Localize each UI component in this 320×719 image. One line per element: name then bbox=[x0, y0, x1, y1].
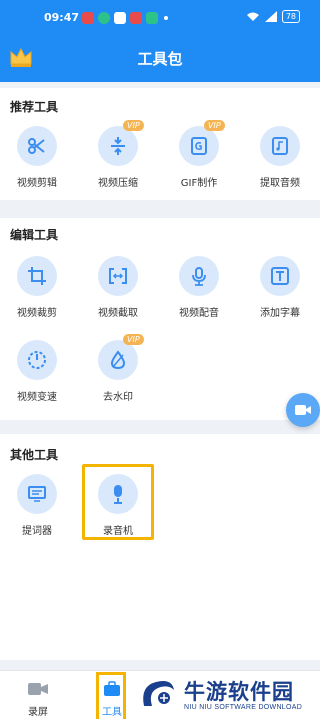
section-title: 其他工具 bbox=[10, 448, 59, 462]
watermark-logo-icon bbox=[143, 681, 174, 706]
section-other: 其他工具 提词器 录音机 bbox=[0, 434, 320, 660]
tool-video-edit[interactable]: 视频剪辑 bbox=[2, 126, 72, 198]
tool-label: 提取音频 bbox=[260, 178, 300, 189]
tool-video-dubbing[interactable]: 视频配音 bbox=[164, 256, 234, 328]
notification-icon bbox=[130, 12, 142, 24]
tool-icon-bg bbox=[98, 340, 138, 380]
tool-video-trim[interactable]: 视频截取 bbox=[83, 256, 153, 328]
status-time: 09:47 bbox=[44, 11, 80, 24]
nav-label: 录屏 bbox=[28, 707, 48, 718]
drop-icon bbox=[110, 350, 126, 370]
scissors-icon bbox=[28, 138, 45, 154]
subtitle-icon bbox=[271, 267, 289, 285]
floating-video-button[interactable] bbox=[286, 393, 320, 427]
tools-highlight-box bbox=[96, 672, 126, 719]
tool-icon-bg bbox=[260, 256, 300, 296]
crop-icon bbox=[28, 267, 46, 285]
tool-gif-maker[interactable]: VIP GIF制作 bbox=[164, 120, 234, 198]
tool-icon-bg bbox=[98, 126, 138, 166]
tool-icon-bg bbox=[17, 340, 57, 380]
nav-item-record[interactable]: 录屏 bbox=[8, 671, 68, 719]
vip-badge: VIP bbox=[204, 120, 225, 131]
tool-icon-bg bbox=[17, 126, 57, 166]
app-bar: 工具包 bbox=[0, 36, 320, 82]
video-camera-icon bbox=[295, 405, 311, 415]
site-watermark: 牛游软件园 NIU NIU SOFTWARE DOWNLOAD bbox=[130, 672, 320, 719]
signal-icon bbox=[264, 11, 277, 22]
tool-icon-bg bbox=[179, 256, 219, 296]
notification-icon bbox=[82, 12, 94, 24]
section-title: 推荐工具 bbox=[10, 100, 59, 114]
watermark-subtitle: NIU NIU SOFTWARE DOWNLOAD bbox=[184, 704, 303, 711]
section-title: 编辑工具 bbox=[10, 228, 59, 242]
gif-icon bbox=[191, 137, 207, 155]
tool-label: 视频裁剪 bbox=[17, 308, 57, 319]
tool-remove-watermark[interactable]: VIP 去水印 bbox=[83, 334, 153, 412]
wifi-icon bbox=[246, 12, 259, 21]
tool-icon-bg bbox=[260, 126, 300, 166]
speed-icon bbox=[28, 351, 46, 369]
tool-icon-bg bbox=[179, 126, 219, 166]
camera-icon bbox=[28, 683, 48, 695]
section-edit: 编辑工具 视频裁剪 视频截取 视频配音 添加字幕 视频变速 VIP 去水印 bbox=[0, 218, 320, 420]
tool-label: 视频剪辑 bbox=[17, 178, 57, 189]
recorder-highlight-box bbox=[82, 464, 154, 540]
tool-label: 去水印 bbox=[103, 392, 133, 403]
tool-video-speed[interactable]: 视频变速 bbox=[2, 340, 72, 412]
tool-icon-bg bbox=[17, 474, 57, 514]
teleprompter-icon bbox=[28, 486, 46, 502]
trim-icon bbox=[109, 268, 127, 284]
tool-video-compress[interactable]: VIP 视频压缩 bbox=[83, 120, 153, 198]
notification-icon bbox=[114, 12, 126, 24]
tool-label: 视频配音 bbox=[179, 308, 219, 319]
microphone-icon bbox=[192, 267, 206, 286]
more-dot-icon bbox=[164, 16, 168, 20]
watermark-title: 牛游软件园 bbox=[184, 680, 294, 704]
battery-icon: 78 bbox=[281, 10, 300, 23]
notification-icon bbox=[146, 12, 158, 24]
section-recommended: 推荐工具 视频剪辑 VIP 视频压缩 VIP GIF制作 提取音频 bbox=[0, 88, 320, 200]
tool-icon-bg bbox=[17, 256, 57, 296]
status-bar: 09:47 78 bbox=[0, 0, 320, 36]
tool-label: 视频压缩 bbox=[98, 178, 138, 189]
tool-label: GIF制作 bbox=[180, 178, 218, 189]
notification-icon bbox=[98, 12, 110, 24]
tool-extract-audio[interactable]: 提取音频 bbox=[245, 126, 315, 198]
vip-badge: VIP bbox=[123, 120, 144, 131]
tool-teleprompter[interactable]: 提词器 bbox=[2, 474, 72, 546]
tool-label: 添加字幕 bbox=[260, 308, 300, 319]
tool-icon-bg bbox=[98, 256, 138, 296]
tool-label: 视频截取 bbox=[98, 308, 138, 319]
music-file-icon bbox=[272, 137, 288, 155]
vip-badge: VIP bbox=[123, 334, 144, 345]
page-title: 工具包 bbox=[137, 50, 183, 68]
compress-icon bbox=[111, 137, 125, 155]
tool-add-subtitle[interactable]: 添加字幕 bbox=[245, 256, 315, 328]
tool-video-crop[interactable]: 视频裁剪 bbox=[2, 256, 72, 328]
tool-label: 视频变速 bbox=[17, 392, 57, 403]
tool-label: 提词器 bbox=[22, 526, 52, 537]
